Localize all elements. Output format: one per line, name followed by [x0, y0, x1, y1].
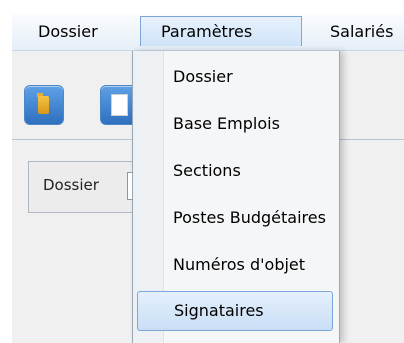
dropdown-item-numeros-objet[interactable]: Numéros d'objet [137, 245, 333, 285]
dropdown-item-sections[interactable]: Sections [137, 151, 333, 191]
dropdown-item-postes-budgetaires[interactable]: Postes Budgétaires [137, 198, 333, 238]
menu-bar: Dossier Paramètres Salariés [12, 14, 404, 51]
dossier-label: Dossier [43, 176, 99, 194]
parametres-dropdown: Dossier Base Emplois Sections Postes Bud… [132, 51, 340, 343]
dropdown-item-dossier[interactable]: Dossier [137, 57, 333, 97]
menu-parametres[interactable]: Paramètres [140, 16, 302, 46]
menu-salaries[interactable]: Salariés [330, 18, 393, 46]
folder-button[interactable] [24, 85, 64, 125]
document-icon [111, 94, 128, 116]
app-window: Dossier Paramètres Salariés Dossier Doss… [2, 0, 404, 343]
dropdown-item-base-emplois[interactable]: Base Emplois [137, 104, 333, 144]
menu-dossier[interactable]: Dossier [38, 18, 98, 46]
dropdown-item-signataires[interactable]: Signataires [137, 291, 333, 331]
